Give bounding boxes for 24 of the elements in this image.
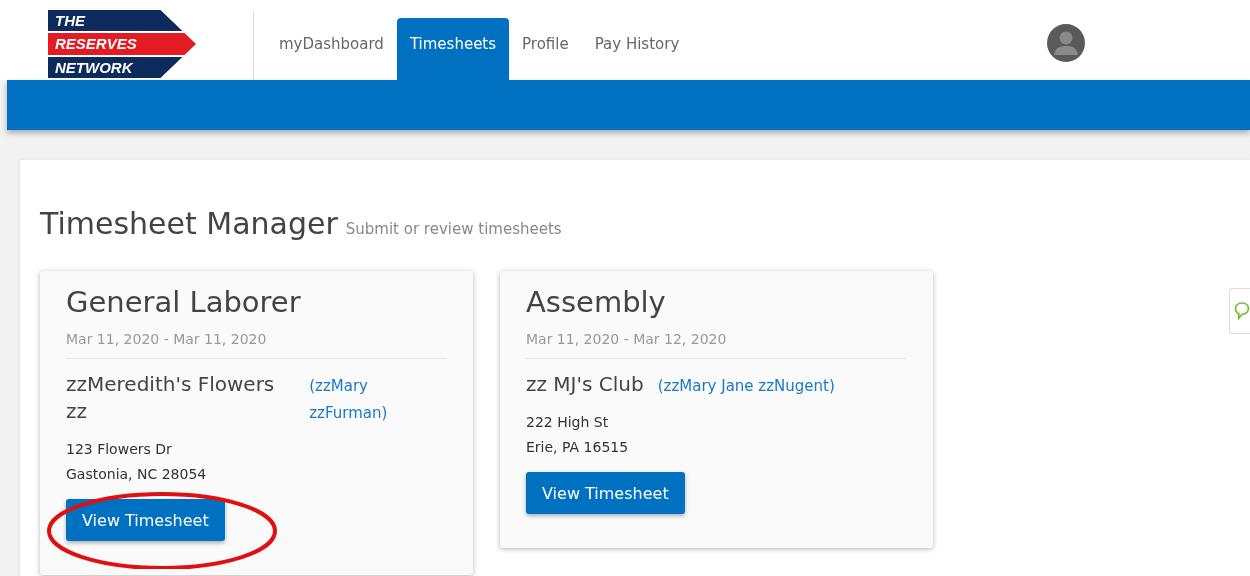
view-timesheet-button[interactable]: View Timesheet (526, 472, 685, 514)
company-name: zzMeredith's Flowers zz (66, 371, 276, 425)
company-name: zz MJ's Club (526, 371, 644, 398)
page-subtitle: Submit or review timesheets (345, 220, 562, 238)
nav-tab[interactable]: myDashboard (266, 18, 397, 70)
nav-tab[interactable]: Profile (509, 18, 582, 70)
job-title: General Laborer (66, 285, 302, 319)
page-title: Timesheet Manager (40, 206, 338, 241)
contact-link[interactable]: (zzMary Jane zzNugent) (657, 373, 835, 400)
address-line: Erie, PA 16515 (526, 438, 630, 457)
logo[interactable]: THE RESERVES NETWORK (48, 10, 196, 78)
date-range: Mar 11, 2020 - Mar 12, 2020 (526, 331, 728, 347)
speech-bubble-icon (1234, 300, 1250, 322)
user-avatar-icon[interactable] (1047, 24, 1085, 62)
nav-tab[interactable]: Pay History (581, 18, 693, 70)
address-line: 222 High St (526, 413, 610, 432)
contact-link[interactable]: (zzMary zzFurman) (309, 373, 447, 427)
job-title: Assembly (526, 285, 667, 319)
view-timesheet-button[interactable]: View Timesheet (66, 499, 225, 541)
logo-text: RESERVES (48, 33, 196, 55)
nav-tab[interactable]: Timesheets (396, 18, 510, 80)
date-range: Mar 11, 2020 - Mar 11, 2020 (66, 331, 268, 347)
address-line: Gastonia, NC 28054 (66, 465, 208, 484)
address-line: 123 Flowers Dr (66, 440, 173, 459)
